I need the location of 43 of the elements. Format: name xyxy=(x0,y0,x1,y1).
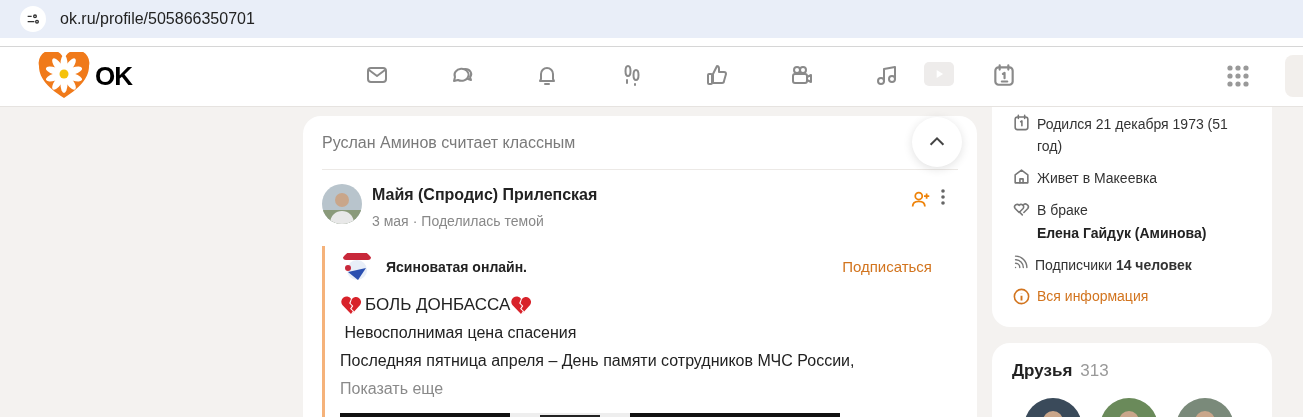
add-person-icon xyxy=(910,189,931,210)
about-text: В браке xyxy=(1037,201,1089,220)
post-date: 3 мая xyxy=(372,212,409,231)
about-text: Подписчики 14 человек xyxy=(1035,256,1192,275)
house-icon xyxy=(1012,167,1031,186)
rss-icon xyxy=(1012,254,1029,271)
about-text: Родился 21 декабря 1973 (51 год) xyxy=(1037,115,1229,156)
more-options-button[interactable] xyxy=(941,189,945,205)
author-avatar[interactable] xyxy=(322,184,362,224)
apps-menu-button[interactable] xyxy=(1226,64,1250,88)
show-more-link[interactable]: Показать еще xyxy=(340,377,444,401)
apps-grid-icon xyxy=(1226,64,1250,88)
about-text: Живет в Макеевка xyxy=(1037,169,1158,188)
site-settings-button[interactable] xyxy=(20,6,46,32)
activity-header: Руслан Аминов считает классным xyxy=(322,132,576,153)
post-title: БОЛЬ ДОНБАССА xyxy=(365,294,511,317)
video-camera-icon xyxy=(790,63,814,87)
broken-heart-icon xyxy=(510,295,533,315)
calendar-nav-button[interactable] xyxy=(991,62,1017,88)
add-friend-button[interactable] xyxy=(910,189,931,210)
spouse-name[interactable]: Елена Гайдук (Аминова) xyxy=(1037,223,1207,244)
post-action: Поделилась темой xyxy=(421,212,544,231)
separator-dot: · xyxy=(412,212,418,231)
post-text-line: Невосполнимая цена спасения xyxy=(343,323,577,343)
group-name[interactable]: Ясиноватая онлайн. xyxy=(386,256,843,278)
vertical-dots-icon xyxy=(941,189,945,205)
info-icon xyxy=(1012,287,1031,306)
daisy-heart-logo-icon xyxy=(37,52,91,100)
friends-title[interactable]: Друзья xyxy=(1012,358,1073,384)
music-note-nav-button[interactable] xyxy=(875,63,899,87)
ok-logo-link[interactable]: OK xyxy=(37,52,132,100)
music-note-icon xyxy=(875,63,899,87)
thumbs-up-icon xyxy=(705,63,729,87)
broken-heart-icon xyxy=(340,295,362,315)
post-text-line: Последняя пятница апреля – День памяти сотрудников МЧС России, xyxy=(340,351,855,371)
calendar-icon xyxy=(991,62,1017,88)
author-name[interactable]: Майя (Спродис) Прилепская xyxy=(372,184,910,206)
thumbs-up-nav-button[interactable] xyxy=(705,63,729,87)
all-info-link[interactable]: Вся информация xyxy=(1037,286,1149,307)
url-text[interactable]: ok.ru/profile/505866350701 xyxy=(60,7,255,31)
calendar-icon xyxy=(1012,113,1031,132)
friends-count: 313 xyxy=(1080,360,1109,382)
video-camera-nav-button[interactable] xyxy=(790,63,814,87)
